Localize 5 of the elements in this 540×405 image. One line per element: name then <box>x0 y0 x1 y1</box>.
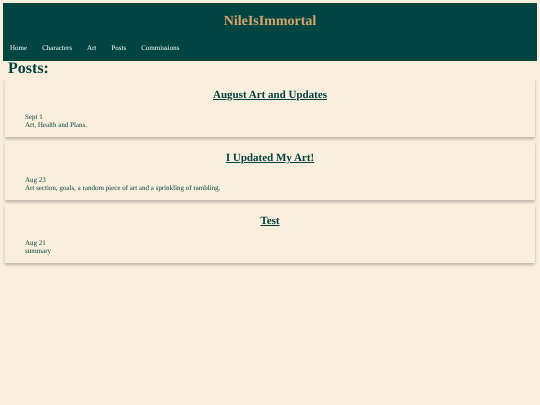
site-title: NileIsImmortal <box>224 14 316 30</box>
post-title-link[interactable]: August Art and Updates <box>213 89 327 101</box>
page-heading: Posts: <box>8 61 50 77</box>
post-title-link[interactable]: I Updated My Art! <box>226 152 314 164</box>
post-title-link[interactable]: Test <box>260 215 280 227</box>
